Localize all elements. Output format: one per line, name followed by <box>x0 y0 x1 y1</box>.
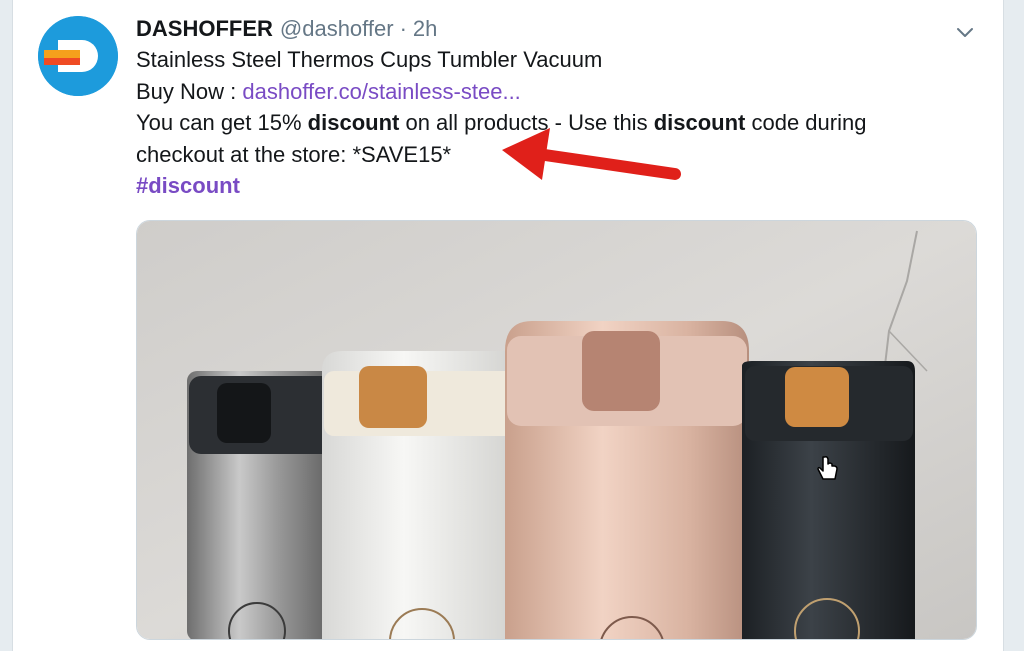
chevron-down-icon[interactable] <box>953 20 977 44</box>
hashtag-link[interactable]: #discount <box>136 173 240 198</box>
author-handle[interactable]: @dashoffer <box>280 14 394 44</box>
separator-dot: · <box>399 16 407 41</box>
avatar[interactable] <box>38 16 118 96</box>
hand-cursor-icon <box>817 456 838 480</box>
discount-text-part3: code during <box>745 110 867 135</box>
discount-text-part1: You can get 15% <box>136 110 308 135</box>
buy-now-label: Buy Now : <box>136 78 243 104</box>
product-photo[interactable] <box>136 220 977 640</box>
red-arrow-icon <box>502 128 681 180</box>
tweet-title-line: Stainless Steel Thermos Cups Tumbler Vac… <box>136 47 603 72</box>
tweet-header: DASHOFFER @dashoffer · 2h <box>136 14 986 44</box>
dashoffer-logo-icon <box>38 16 118 96</box>
product-link[interactable]: dashoffer.co/stainless-stee... <box>242 79 520 104</box>
thermos-cups-image <box>137 221 976 639</box>
buy-now-line: Buy Now : dashoffer.co/stainless-stee... <box>136 76 986 108</box>
discount-bold-1: discount <box>307 110 400 135</box>
author-name[interactable]: DASHOFFER <box>136 14 273 44</box>
timestamp[interactable]: 2h <box>413 14 437 44</box>
